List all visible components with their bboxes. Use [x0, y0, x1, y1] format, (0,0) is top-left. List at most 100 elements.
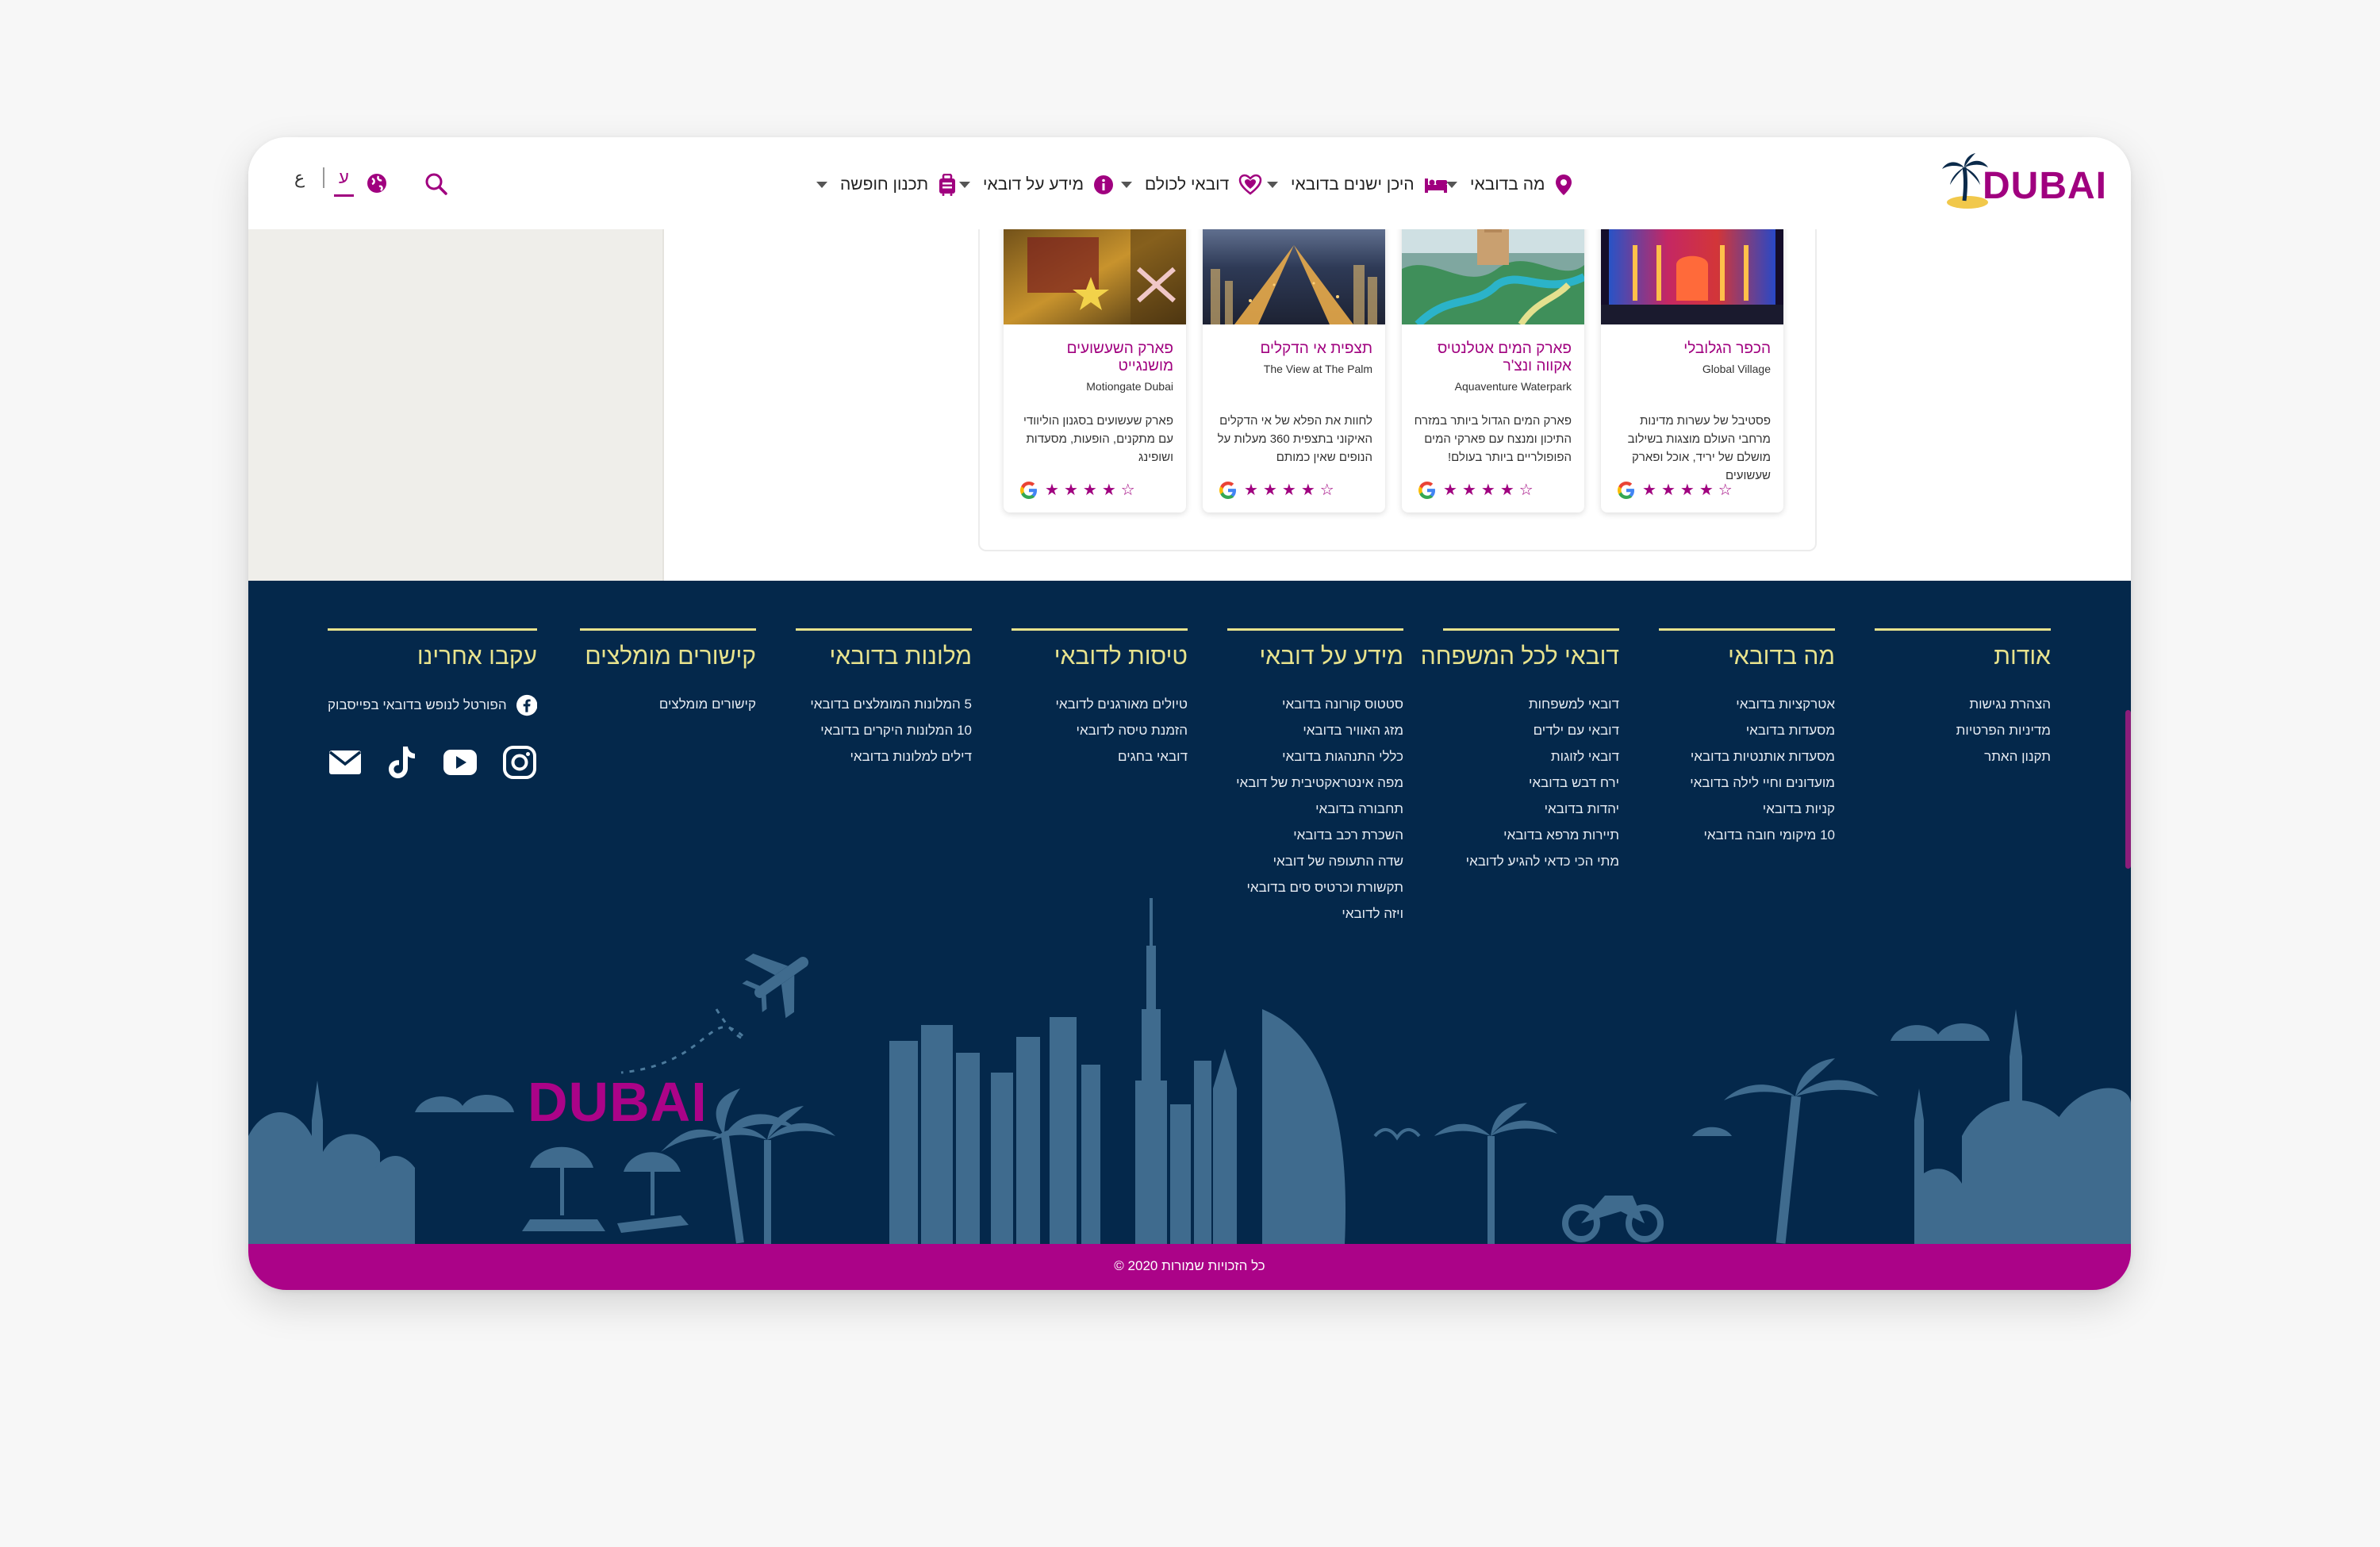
star-icon: ★	[1281, 482, 1296, 499]
nav-item-vacation-planning[interactable]: תכנון חופשה	[816, 169, 957, 201]
footer-link[interactable]: מזג האוויר בדובאי	[1227, 717, 1403, 743]
email-icon[interactable]	[328, 749, 363, 776]
footer-link[interactable]: דובאי עם ילדים	[1443, 717, 1619, 743]
footer-link[interactable]: קישורים מומלצים	[580, 691, 756, 717]
footer-link[interactable]: מתי הכי כדאי להגיע לדובאי	[1443, 848, 1619, 874]
footer-link[interactable]: מדיניות הפרטיות	[1875, 717, 2051, 743]
star-icon: ★	[1063, 482, 1078, 499]
logo-text: DUBAI	[1983, 165, 2107, 207]
footer-link[interactable]: דילים למלונות בדובאי	[796, 743, 972, 770]
site-header: DUBAI מה בדובאי היכן ישנים בדובאי דובאי …	[248, 137, 2131, 229]
instagram-icon[interactable]	[502, 745, 537, 780]
attraction-image	[1601, 221, 1783, 324]
footer-column-flights: טיסות לדובאי טיולים מאורגנים לדובאי הזמנ…	[1012, 628, 1188, 770]
footer-column-title: עקבו אחרינו	[416, 643, 537, 670]
browser-window: DUBAI מה בדובאי היכן ישנים בדובאי דובאי …	[248, 137, 2131, 1290]
language-hebrew[interactable]: ע	[334, 167, 354, 197]
facebook-link[interactable]: הפורטל לנופש בדובאי בפייסבוק	[328, 689, 537, 721]
bed-icon	[1424, 178, 1447, 193]
half-star-icon: ☆	[1718, 482, 1733, 499]
footer-column-info: מידע על דובאי סטטוס קורונה בדובאי מזג הא…	[1227, 628, 1403, 927]
google-rating: ☆ ★ ★ ★ ★	[1217, 479, 1334, 501]
footer-column-about: אודות הצהרת נגישות מדיניות הפרטיות תקנון…	[1875, 628, 2051, 770]
attraction-card[interactable]: הכפר הגלובלי Global Village פסטיבל של עש…	[1601, 221, 1783, 512]
footer-link[interactable]: קניות בדובאי	[1659, 796, 1835, 822]
footer-link[interactable]: שדה התעופה של דובאי	[1227, 848, 1403, 874]
footer-link[interactable]: 10 מיקומי חובה בדובאי	[1659, 822, 1835, 848]
suitcase-icon	[939, 174, 956, 196]
footer-column-title: טיסות לדובאי	[1054, 643, 1188, 670]
youtube-icon[interactable]	[443, 749, 478, 776]
footer-link[interactable]: 5 המלונות המומלצים בדובאי	[796, 691, 972, 717]
footer-link[interactable]: כללי התנהגות בדובאי	[1227, 743, 1403, 770]
star-icon: ★	[1499, 482, 1514, 499]
copyright-bar: © כל הזכויות שמורות 2020	[248, 1244, 2131, 1290]
footer-link[interactable]: אטרקציות בדובאי	[1659, 691, 1835, 717]
nav-item-where-to-sleep[interactable]: היכן ישנים בדובאי	[1267, 169, 1448, 201]
chevron-down-icon	[959, 182, 970, 188]
footer-column-title: אודות	[1994, 643, 2051, 670]
site-logo[interactable]: DUBAI	[1940, 153, 2107, 210]
google-icon	[1219, 482, 1236, 499]
star-icon: ★	[1642, 482, 1656, 499]
footer-link[interactable]: תחבורה בדובאי	[1227, 796, 1403, 822]
scrollbar-thumb[interactable]	[2125, 710, 2131, 869]
attraction-image	[1203, 221, 1385, 324]
footer-link[interactable]: ויזה לדובאי	[1227, 900, 1403, 927]
footer-link[interactable]: סטטוס קורונה בדובאי	[1227, 691, 1403, 717]
attraction-subtitle: The View at The Palm	[1263, 363, 1372, 375]
footer-column-title: מלונות בדובאי	[829, 643, 972, 670]
nav-label: דובאי לכולם	[1145, 175, 1230, 194]
half-star-icon: ☆	[1120, 482, 1135, 499]
search-button[interactable]	[424, 172, 451, 199]
tiktok-icon[interactable]	[387, 745, 417, 780]
column-divider	[1875, 628, 2051, 631]
footer-link[interactable]: מסעדות אותנטיות בדובאי	[1659, 743, 1835, 770]
footer-link[interactable]: השכרת רכב בדובאי	[1227, 822, 1403, 848]
attraction-card[interactable]: פארק המים אטלנטיס אקווה ונצ'ר Aquaventur…	[1402, 221, 1584, 512]
footer-link[interactable]: תקנון האתר	[1875, 743, 2051, 770]
attraction-image	[1402, 221, 1584, 324]
footer-link[interactable]: מסעדות בדובאי	[1659, 717, 1835, 743]
footer-link[interactable]: תיירות מרפא בדובאי	[1443, 822, 1619, 848]
nav-label: תכנון חופשה	[840, 175, 929, 194]
nav-item-what-in-dubai[interactable]: מה בדובאי	[1446, 169, 1573, 201]
footer-column-what-in-dubai: מה בדובאי אטרקציות בדובאי מסעדות בדובאי …	[1659, 628, 1835, 848]
attraction-subtitle: Aquaventure Waterpark	[1454, 380, 1572, 393]
footer-link[interactable]: הזמנת טיסה לדובאי	[1012, 717, 1188, 743]
half-star-icon: ☆	[1518, 482, 1534, 499]
footer-link[interactable]: 10 המלונות היקרים בדובאי	[796, 717, 972, 743]
google-rating: ☆ ★ ★ ★ ★	[1018, 479, 1135, 501]
nav-item-info-about-dubai[interactable]: מידע על דובאי	[959, 169, 1114, 201]
attraction-image	[1004, 221, 1186, 324]
footer-link[interactable]: מפה אינטראקטיבית של דובאי	[1227, 770, 1403, 796]
language-globe-button[interactable]	[366, 172, 390, 196]
footer-link[interactable]: טיולים מאורגנים לדובאי	[1012, 691, 1188, 717]
footer-link[interactable]: יהדות בדובאי	[1443, 796, 1619, 822]
facebook-link-label: הפורטל לנופש בדובאי בפייסבוק	[328, 697, 507, 712]
attraction-description: לחוות את הפלא של אי הדקלים האיקוני בתצפי…	[1217, 414, 1372, 464]
column-divider	[1443, 628, 1619, 631]
footer-link[interactable]: תקשורת וכרטיס סים בדובאי	[1227, 874, 1403, 900]
footer-link[interactable]: דובאי למשפחות	[1443, 691, 1619, 717]
attraction-title: תצפית אי הדקלים	[1260, 340, 1372, 357]
attractions-carousel: פארק השעשועים מושנגייט Motiongate Dubai …	[978, 221, 1817, 551]
column-divider	[580, 628, 756, 631]
facebook-icon	[516, 694, 537, 716]
language-arabic[interactable]: ع	[294, 167, 305, 188]
attraction-card[interactable]: תצפית אי הדקלים The View at The Palm לחו…	[1203, 221, 1385, 512]
footer-link[interactable]: דובאי בחגים	[1012, 743, 1188, 770]
footer-link[interactable]: ירח דבש בדובאי	[1443, 770, 1619, 796]
column-divider	[1659, 628, 1835, 631]
google-icon	[1618, 482, 1634, 499]
attraction-card[interactable]: פארק השעשועים מושנגייט Motiongate Dubai …	[1004, 221, 1186, 512]
google-rating: ☆ ★ ★ ★ ★	[1615, 479, 1733, 501]
column-divider	[1227, 628, 1403, 631]
footer-link[interactable]: הצהרת נגישות	[1875, 691, 2051, 717]
star-icon: ★	[1443, 482, 1457, 499]
nav-item-dubai-for-all[interactable]: דובאי לכולם	[1121, 169, 1262, 201]
footer-link[interactable]: מועדונים וחיי לילה בדובאי	[1659, 770, 1835, 796]
footer-column-family: דובאי לכל המשפחה דובאי למשפחות דובאי עם …	[1421, 628, 1619, 874]
globe-icon	[367, 174, 386, 193]
footer-link[interactable]: דובאי לזוגות	[1443, 743, 1619, 770]
